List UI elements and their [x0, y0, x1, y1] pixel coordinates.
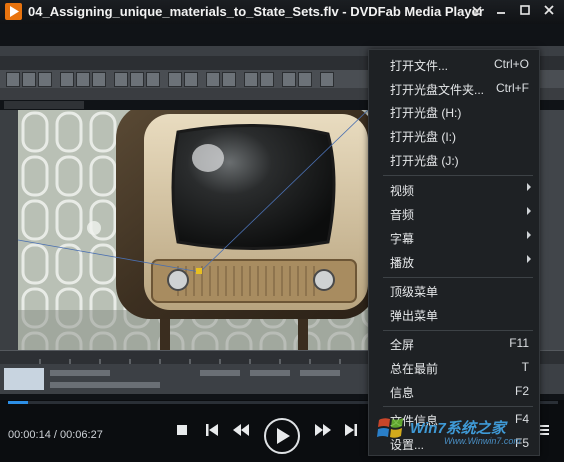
menu-item-label: 总在最前 [390, 362, 439, 376]
restore-icon[interactable] [514, 2, 536, 22]
close-icon[interactable] [538, 2, 560, 22]
watermark: Win7系统之家 Www.Winwin7.com [376, 409, 564, 449]
submenu-arrow-icon [527, 207, 531, 215]
menu-item-shortcut: T [521, 360, 529, 374]
menu-item-shortcut: Ctrl+O [493, 57, 529, 71]
video-app-label [4, 101, 84, 109]
next-icon[interactable] [344, 423, 358, 440]
window-title: 04_Assigning_unique_materials_to_State_S… [28, 4, 484, 19]
expand-icon[interactable] [466, 2, 488, 22]
menu-item-audio[interactable]: 音频 [369, 202, 539, 225]
video-viewport [18, 110, 368, 350]
fast-forward-icon[interactable] [314, 423, 332, 440]
time-display: 00:00:14 / 00:06:27 [8, 429, 103, 441]
menu-separator [383, 175, 533, 176]
submenu-arrow-icon [527, 183, 531, 191]
menu-item-open-disc-j[interactable]: 打开光盘 (J:) [369, 148, 539, 171]
menu-item-always-on-top[interactable]: 总在最前 T [369, 356, 539, 379]
menu-item-shortcut: F11 [509, 336, 529, 350]
menu-item-open-disc-h[interactable]: 打开光盘 (H:) [369, 100, 539, 123]
menu-item-popup-menu[interactable]: 弹出菜单 [369, 303, 539, 326]
menu-item-video[interactable]: 视频 [369, 178, 539, 201]
menu-item-label: 打开光盘文件夹... [390, 83, 485, 97]
context-menu: 打开文件... Ctrl+O 打开光盘文件夹... Ctrl+F 打开光盘 (H… [368, 49, 540, 456]
menu-item-label: 信息 [390, 386, 415, 400]
menu-item-label: 打开文件... [390, 59, 449, 73]
menu-item-label: 弹出菜单 [390, 309, 439, 323]
video-app-left-strip [0, 110, 18, 350]
menu-item-open-file[interactable]: 打开文件... Ctrl+O [369, 53, 539, 76]
menu-item-shortcut: Ctrl+F [496, 81, 529, 95]
menu-separator [383, 406, 533, 407]
watermark-brand: Win7系统之家 [410, 420, 506, 437]
rewind-icon[interactable] [232, 423, 250, 440]
minimize-icon[interactable] [490, 2, 512, 22]
menu-item-label: 字幕 [390, 232, 415, 246]
menu-item-open-disc-i[interactable]: 打开光盘 (I:) [369, 124, 539, 147]
play-icon[interactable] [264, 418, 300, 454]
menu-item-info[interactable]: 信息 F2 [369, 380, 539, 403]
menu-item-open-disc-folder[interactable]: 打开光盘文件夹... Ctrl+F [369, 77, 539, 100]
video-app-command-panel [536, 110, 564, 350]
menu-separator [383, 330, 533, 331]
windows-flag-icon [377, 418, 403, 438]
menu-item-label: 音频 [390, 208, 415, 222]
submenu-arrow-icon [527, 231, 531, 239]
menu-separator [383, 277, 533, 278]
watermark-url: Www.Winwin7.com [444, 436, 521, 446]
menu-item-label: 顶级菜单 [390, 285, 439, 299]
submenu-arrow-icon [527, 255, 531, 263]
menu-item-label: 视频 [390, 184, 415, 198]
menu-item-label: 打开光盘 (H:) [390, 106, 462, 120]
menu-item-shortcut: F2 [514, 384, 529, 398]
menu-item-fullscreen[interactable]: 全屏 F11 [369, 332, 539, 355]
menu-item-label: 打开光盘 (J:) [390, 154, 459, 168]
menu-item-playback[interactable]: 播放 [369, 250, 539, 273]
menu-item-top-menu[interactable]: 顶级菜单 [369, 279, 539, 302]
menu-item-label: 播放 [390, 256, 415, 270]
title-bar: 04_Assigning_unique_materials_to_State_S… [0, 0, 564, 24]
menu-item-label: 全屏 [390, 338, 415, 352]
previous-icon[interactable] [205, 423, 219, 440]
stop-icon[interactable] [176, 423, 188, 439]
menu-item-label: 打开光盘 (I:) [390, 130, 456, 144]
menu-item-subtitle[interactable]: 字幕 [369, 226, 539, 249]
play-logo-icon [5, 3, 22, 20]
